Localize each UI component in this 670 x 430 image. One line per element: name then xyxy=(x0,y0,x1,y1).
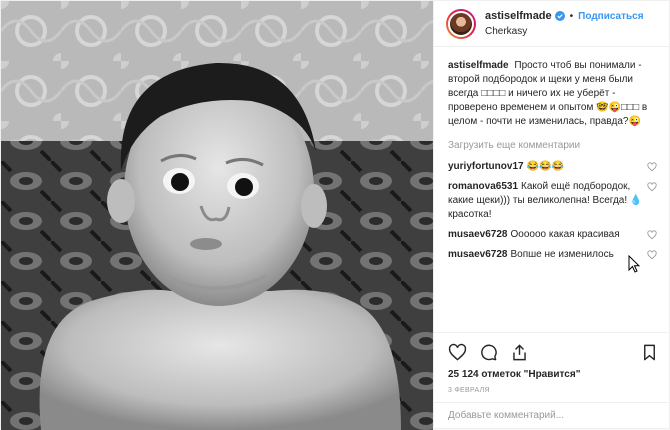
mouse-cursor-icon xyxy=(628,255,640,273)
location-link[interactable]: Cherkasy xyxy=(485,24,644,39)
post-date: 3 ФЕВРАЛЯ xyxy=(448,387,490,394)
avatar[interactable] xyxy=(446,8,476,39)
comment-item: musaev6728 Оооооо какая красивая xyxy=(448,228,657,242)
comment-like-heart-icon[interactable] xyxy=(647,230,657,240)
follow-button[interactable]: Подписаться xyxy=(578,9,643,24)
bookmark-icon[interactable] xyxy=(640,343,659,362)
comment-username[interactable]: yuriyfortunov17 xyxy=(448,161,524,172)
likes-count[interactable]: 25 124 отметок "Нравится" xyxy=(448,369,659,380)
comments-list: astiselfmade Просто чтоб вы понимали - в… xyxy=(434,47,669,332)
post-sidebar: astiselfmade • Подписаться Cherkasy asti… xyxy=(433,1,669,428)
comment-username[interactable]: romanova6531 xyxy=(448,181,518,192)
heart-icon[interactable] xyxy=(448,343,467,362)
comment-like-heart-icon[interactable] xyxy=(647,182,657,192)
post-container: astiselfmade • Подписаться Cherkasy asti… xyxy=(0,0,670,430)
comment-like-heart-icon[interactable] xyxy=(647,250,657,260)
comment-text: Оооооо какая красивая xyxy=(510,229,620,240)
caption-username[interactable]: astiselfmade xyxy=(448,60,509,71)
post-header: astiselfmade • Подписаться Cherkasy xyxy=(434,1,669,47)
load-more-comments-button[interactable]: Загрузить еще комментарии xyxy=(448,139,657,153)
comment-text: Вопше не изменилось xyxy=(510,249,614,260)
share-icon[interactable] xyxy=(510,343,529,362)
post-actions: 25 124 отметок "Нравится" 3 ФЕВРАЛЯ xyxy=(434,332,669,402)
comment-item: musaev6728 Вопше не изменилось xyxy=(448,248,657,262)
comment-like-heart-icon[interactable] xyxy=(647,162,657,172)
post-photo[interactable] xyxy=(1,1,433,430)
comment-username[interactable]: musaev6728 xyxy=(448,249,508,260)
post-caption: astiselfmade Просто чтоб вы понимали - в… xyxy=(448,59,657,129)
verified-icon xyxy=(554,11,565,21)
header-username[interactable]: astiselfmade xyxy=(485,9,552,24)
comment-username[interactable]: musaev6728 xyxy=(448,229,508,240)
comment-item: yuriyfortunov17 😂😂😂 xyxy=(448,160,657,174)
comment-item: romanova6531 Какой ещё подбородок, какие … xyxy=(448,180,657,222)
comment-icon[interactable] xyxy=(479,343,498,362)
comment-text: 😂😂😂 xyxy=(526,161,564,172)
add-comment-input[interactable]: Добавьте комментарий... xyxy=(434,402,669,428)
separator-dot: • xyxy=(569,10,574,22)
baby-photo xyxy=(1,1,433,430)
